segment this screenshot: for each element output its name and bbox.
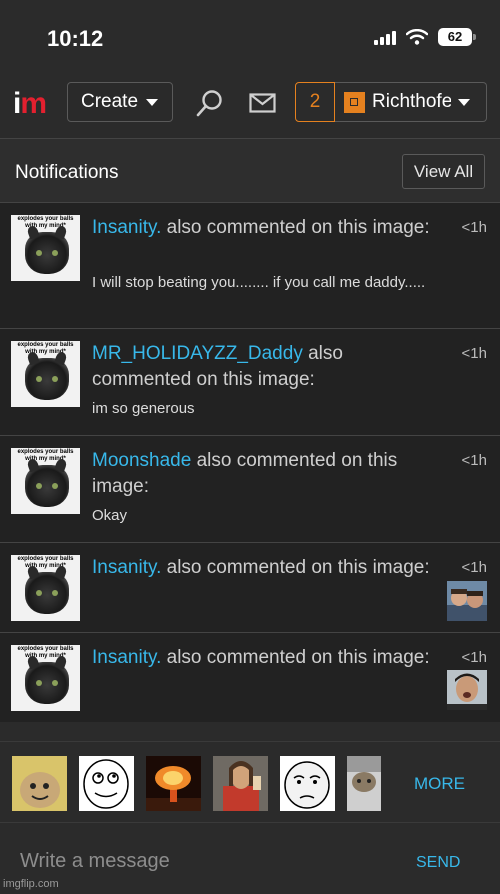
notification-item[interactable]: explodes your balls with my mind* MR_HOL…	[0, 329, 500, 436]
signal-icon	[374, 29, 396, 45]
image-thumbnail[interactable]: explodes your balls with my mind*	[11, 448, 80, 514]
image-thumbnail[interactable]: explodes your balls with my mind*	[11, 645, 80, 711]
notification-text: Insanity. also commented on this image:	[92, 215, 442, 241]
reply-image-thumbnail[interactable]	[447, 581, 487, 621]
top-nav: im Create 2 Richthofe	[0, 70, 500, 136]
cat-image	[25, 358, 69, 400]
compose-bar: Write a message SEND	[0, 824, 500, 894]
message-input[interactable]: Write a message	[20, 850, 170, 873]
chevron-down-icon	[146, 98, 159, 106]
user-link[interactable]: MR_HOLIDAYZZ_Daddy	[92, 343, 303, 364]
user-link[interactable]: Insanity.	[92, 647, 161, 668]
cat-image	[25, 232, 69, 274]
logo-m: m	[20, 87, 47, 120]
wifi-icon	[406, 29, 428, 45]
user-link[interactable]: Insanity.	[92, 557, 161, 578]
comment-text: Okay	[92, 507, 128, 524]
panel-title: Notifications	[15, 162, 119, 183]
cat-image	[25, 662, 69, 704]
status-time: 10:12	[47, 26, 104, 51]
send-button[interactable]: SEND	[416, 854, 460, 872]
notification-action: also commented on this image:	[161, 647, 430, 668]
notification-text: Insanity. also commented on this image:	[92, 645, 442, 671]
image-thumbnail[interactable]: explodes your balls with my mind*	[11, 555, 80, 621]
view-all-button[interactable]: View All	[402, 154, 485, 189]
create-label: Create	[81, 91, 139, 112]
meme-rage-face-thumbnail[interactable]	[79, 756, 134, 811]
meme-cat-peek-thumbnail[interactable]	[347, 756, 381, 811]
notification-item[interactable]: explodes your balls with my mind* Insani…	[0, 543, 500, 633]
panel-header: Notifications View All	[0, 139, 500, 203]
username: Richthofe	[372, 91, 451, 112]
thumbnail-caption: explodes your balls with my mind*	[17, 216, 74, 229]
notification-time: <1h	[461, 559, 487, 576]
notification-text: MR_HOLIDAYZZ_Daddy also commented on thi…	[92, 341, 442, 393]
meme-cat-thumbnail[interactable]	[12, 756, 67, 811]
image-thumbnail[interactable]: explodes your balls with my mind*	[11, 215, 80, 281]
cat-image	[25, 572, 69, 614]
create-button[interactable]: Create	[67, 82, 173, 122]
user-menu-button[interactable]: Richthofe	[335, 82, 487, 122]
comment-text: im so generous	[92, 400, 195, 417]
notification-item[interactable]: explodes your balls with my mind* Moonsh…	[0, 436, 500, 543]
notification-time: <1h	[461, 219, 487, 236]
meme-explosion-thumbnail[interactable]	[146, 756, 201, 811]
status-icons: 62	[374, 28, 476, 46]
meme-picker-bar: MORE	[0, 741, 500, 823]
thumbnail-caption: explodes your balls with my mind*	[17, 449, 74, 462]
mail-icon[interactable]	[249, 93, 276, 113]
reply-image-thumbnail[interactable]	[447, 670, 487, 710]
user-link[interactable]: Insanity.	[92, 217, 161, 238]
notification-time: <1h	[461, 452, 487, 469]
notification-text: Insanity. also commented on this image:	[92, 555, 442, 581]
notification-time: <1h	[461, 649, 487, 666]
cat-image	[25, 465, 69, 507]
battery-indicator: 62	[438, 28, 476, 46]
search-icon[interactable]	[195, 88, 225, 118]
image-thumbnail[interactable]: explodes your balls with my mind*	[11, 341, 80, 407]
notification-action: also commented on this image:	[161, 217, 430, 238]
thumbnail-caption: explodes your balls with my mind*	[17, 342, 74, 355]
thumbnail-caption: explodes your balls with my mind*	[17, 646, 74, 659]
status-bar: 10:12 62	[0, 0, 500, 70]
user-icon	[344, 91, 365, 113]
chevron-down-icon	[458, 98, 470, 106]
notification-count-button[interactable]: 2	[295, 82, 335, 122]
meme-okay-face-thumbnail[interactable]	[280, 756, 335, 811]
notifications-panel: Notifications View All explodes your bal…	[0, 138, 500, 722]
meme-buddy-christ-thumbnail[interactable]	[213, 756, 268, 811]
more-memes-button[interactable]: MORE	[414, 774, 465, 794]
notification-action: also commented on this image:	[161, 557, 430, 578]
comment-text: I will stop beating you........ if you c…	[92, 274, 426, 291]
notification-text: Moonshade also commented on this image:	[92, 448, 442, 500]
watermark: imgflip.com	[3, 878, 59, 890]
thumbnail-caption: explodes your balls with my mind*	[17, 556, 74, 569]
user-link[interactable]: Moonshade	[92, 450, 191, 471]
imgflip-logo[interactable]: im	[13, 87, 47, 121]
notification-time: <1h	[461, 345, 487, 362]
notification-item[interactable]: explodes your balls with my mind* Insani…	[0, 633, 500, 722]
notification-item[interactable]: explodes your balls with my mind* Insani…	[0, 203, 500, 329]
